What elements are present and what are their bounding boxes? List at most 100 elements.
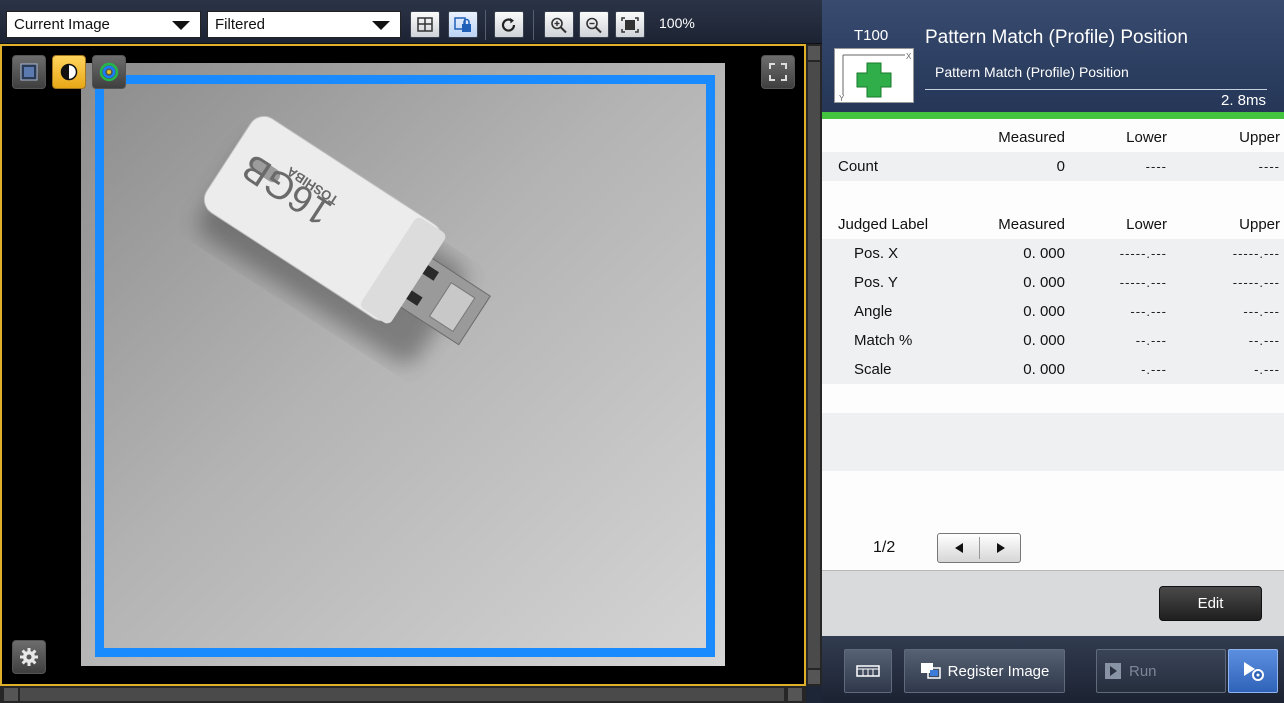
judgement-status-bar [822,112,1284,119]
image-source-select[interactable]: Current Image [6,11,201,38]
table-row[interactable]: Pos. Y 0. 000 -----.--- -----.--- [822,268,1284,297]
empty-row [822,384,1284,413]
run-settings-icon [1244,662,1264,681]
thumb-axis-x: X [906,52,912,61]
table-row[interactable]: Match % 0. 000 --.--- --.--- [822,326,1284,355]
column-header-measured: Measured [998,216,1065,233]
layout-button[interactable] [410,11,440,38]
scroll-right-arrow[interactable] [788,688,802,701]
row-lower: -.--- [1141,362,1167,377]
empty-row [822,413,1284,471]
row-lower: ---- [1145,159,1167,174]
register-image-button[interactable]: Register Image [904,649,1065,693]
header-divider [925,89,1267,90]
run-settings-button[interactable] [1228,649,1278,693]
filmstrip-button[interactable] [844,649,892,693]
register-image-icon [920,663,941,679]
row-lower: -----.--- [1119,246,1167,261]
edit-button-label: Edit [1197,595,1224,612]
row-measured: 0 [1056,158,1065,175]
processing-time: 2. 8ms [1220,92,1266,109]
fullscreen-button[interactable] [761,55,795,89]
pattern-match-icon: X Y [839,52,912,103]
row-label: Angle [854,303,893,320]
row-measured: 0. 000 [1023,332,1065,349]
previous-page-button[interactable] [938,534,979,562]
table-row[interactable]: Count 0 ---- ---- [822,152,1284,181]
column-header-upper: Upper [1239,216,1280,233]
tool-thumbnail: X Y [834,48,914,103]
gear-icon [20,648,38,666]
table-row[interactable]: Scale 0. 000 -.--- -.--- [822,355,1284,384]
vertical-scrollbar[interactable] [806,44,822,686]
column-header-lower: Lower [1126,129,1167,146]
zoom-in-button[interactable] [544,11,574,38]
color-ring-icon [99,62,119,82]
tool-subtitle: Pattern Match (Profile) Position [935,64,1129,80]
page-indicator: 1/2 [873,539,896,556]
column-header-upper: Upper [1239,129,1280,146]
row-measured: 0. 000 [1023,361,1065,378]
register-image-label: Register Image [947,662,1050,680]
run-button[interactable]: Run [1096,649,1226,693]
horizontal-scroll-thumb[interactable] [20,688,784,701]
column-header-lower: Lower [1126,216,1167,233]
settings-button[interactable] [12,640,46,674]
row-upper: -----.--- [1232,275,1280,290]
row-measured: 0. 000 [1023,274,1065,291]
filter-select[interactable]: Filtered [207,11,401,38]
row-measured: 0. 000 [1023,303,1065,320]
edit-button[interactable]: Edit [1159,586,1262,621]
normal-view-button[interactable] [12,55,46,89]
row-label: Pos. X [854,245,899,262]
table-header: Judged Label Measured Lower Upper [822,210,1284,239]
row-upper: ---.--- [1243,304,1280,319]
zoom-out-icon [586,17,602,33]
contrast-view-button[interactable] [52,55,86,89]
row-upper: ---- [1258,159,1280,174]
row-lower: ---.--- [1130,304,1167,319]
row-label: Pos. Y [854,274,898,291]
empty-row [822,181,1284,210]
tool-id: T100 [854,27,889,44]
lock-display-button[interactable] [448,11,478,38]
column-header-measured: Measured [998,129,1065,146]
horizontal-scrollbar[interactable] [0,686,806,703]
table-row[interactable]: Angle 0. 000 ---.--- ---.--- [822,297,1284,326]
next-page-button[interactable] [980,534,1021,562]
grid-layout-icon [417,16,433,32]
image-toolbar: Current Image Filtered 100% [0,0,822,44]
row-label: Count [838,158,879,175]
zoom-out-button[interactable] [579,11,609,38]
image-view-icon [20,63,38,81]
table-header: Measured Lower Upper [822,123,1284,152]
refresh-icon [501,17,516,32]
tool-header: T100 X Y Pattern Match (Profile) Positio… [822,0,1284,112]
refresh-button[interactable] [494,11,524,38]
column-header-judged-label: Judged Label [838,216,929,233]
page-navigation [937,533,1021,563]
color-view-button[interactable] [92,55,126,89]
triangle-left-icon [954,543,963,553]
chevron-down-icon [172,21,190,30]
triangle-right-icon [996,543,1005,553]
row-measured: 0. 000 [1023,245,1065,262]
fit-to-window-button[interactable] [615,11,645,38]
scroll-down-arrow[interactable] [808,670,820,684]
scroll-left-arrow[interactable] [4,688,18,701]
row-upper: -----.--- [1232,246,1280,261]
lock-image-icon [454,16,471,32]
expand-icon [769,63,787,81]
run-label: Run [1129,662,1157,680]
play-icon [1105,663,1121,679]
row-lower: -----.--- [1119,275,1167,290]
contrast-icon [60,63,78,81]
fit-window-icon [621,16,639,33]
table-row[interactable]: Pos. X 0. 000 -----.--- -----.--- [822,239,1284,268]
measurement-region[interactable] [95,75,715,657]
filter-value: Filtered [215,16,266,33]
row-label: Match % [854,332,913,349]
scroll-up-arrow[interactable] [808,46,820,60]
row-upper: --.--- [1248,333,1280,348]
vertical-scroll-thumb[interactable] [808,62,820,668]
